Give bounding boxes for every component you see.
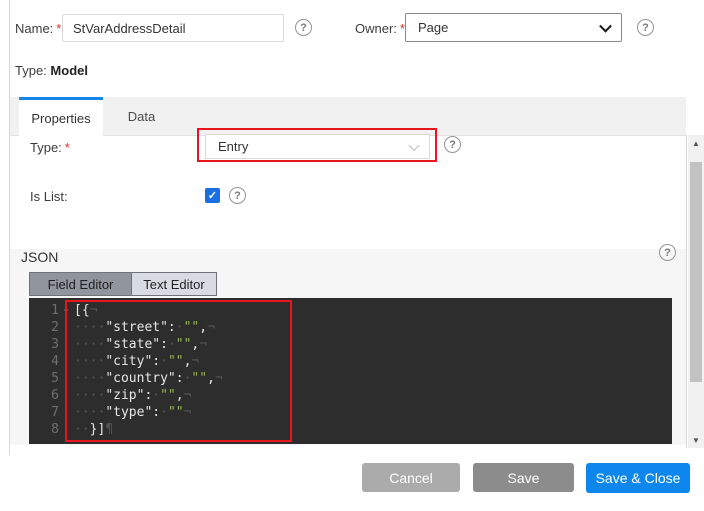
type-line-label: Type:: [15, 63, 47, 78]
code-line: 5 ····"country":·"",¬: [29, 370, 672, 387]
entry-type-label-text: Type:: [30, 140, 62, 155]
question-glyph: ?: [234, 190, 241, 202]
is-list-checkbox[interactable]: ✓: [205, 188, 220, 203]
model-variable-dialog: Name:* ? Owner:* Page ? Type: Model Prop…: [0, 0, 704, 511]
owner-label: Owner:*: [355, 21, 405, 36]
question-glyph: ?: [642, 22, 649, 34]
code-text: [{¬: [73, 303, 97, 318]
name-label: Name:*: [15, 21, 61, 36]
question-glyph: ?: [664, 247, 671, 259]
code-line: 8 ··}]¶: [29, 421, 672, 438]
eol-marker: ¬: [184, 388, 192, 403]
code-text: ····"type":·""¬: [73, 405, 191, 420]
cancel-button[interactable]: Cancel: [362, 463, 460, 492]
code-line: 4 ····"city":·"",¬: [29, 353, 672, 370]
field-editor-button[interactable]: Field Editor: [30, 273, 132, 295]
code-line: 2 ····"street":·"",¬: [29, 319, 672, 336]
field-editor-label: Field Editor: [48, 277, 114, 292]
line-number: 6: [29, 387, 59, 404]
code-lines: 1▾[{¬2 ····"street":·"",¬3 ····"state":·…: [29, 298, 672, 438]
name-required-mark: *: [56, 21, 61, 36]
up-arrow-glyph: ▲: [692, 139, 700, 148]
entry-type-label: Type:*: [30, 140, 70, 155]
name-input[interactable]: [62, 14, 284, 42]
fold-spacer: [59, 320, 73, 337]
fold-caret-icon[interactable]: ▾: [59, 303, 73, 320]
code-line: 1▾[{¬: [29, 302, 672, 319]
owner-help-icon[interactable]: ?: [637, 19, 654, 36]
text-editor-button[interactable]: Text Editor: [132, 273, 216, 295]
line-number: 7: [29, 404, 59, 421]
entry-type-select[interactable]: Entry: [205, 134, 430, 159]
scrollbar-up-icon[interactable]: ▲: [688, 137, 704, 149]
tab-data[interactable]: Data: [103, 97, 180, 136]
line-number: 5: [29, 370, 59, 387]
chevron-down-icon: [408, 139, 419, 150]
eol-marker: ¬: [199, 337, 207, 352]
is-list-label: Is List:: [30, 189, 68, 204]
scrollbar-thumb[interactable]: [690, 162, 702, 382]
is-list-label-text: Is List:: [30, 189, 68, 204]
entry-type-help-icon[interactable]: ?: [444, 136, 461, 153]
type-line-value: Model: [50, 63, 88, 78]
fold-spacer: [59, 354, 73, 371]
name-label-text: Name:: [15, 21, 53, 36]
scrollbar-down-icon[interactable]: ▼: [688, 434, 704, 446]
line-number: 3: [29, 336, 59, 353]
fold-spacer: [59, 405, 73, 422]
fold-spacer: [59, 388, 73, 405]
line-number: 8: [29, 421, 59, 438]
owner-select[interactable]: Page: [405, 13, 622, 42]
fold-spacer: [59, 337, 73, 354]
owner-select-value: Page: [418, 20, 448, 35]
chevron-down-icon: [599, 19, 612, 32]
viewport-right-border: [686, 135, 687, 448]
eol-marker: ¬: [90, 303, 98, 318]
question-glyph: ?: [300, 22, 307, 34]
editor-mode-toggle: Field Editor Text Editor: [29, 272, 217, 296]
name-help-icon[interactable]: ?: [295, 19, 312, 36]
is-list-help-icon[interactable]: ?: [229, 187, 246, 204]
line-number: 1: [29, 302, 59, 319]
code-text: ··}]¶: [73, 422, 113, 437]
code-text: ····"country":·"",¬: [73, 371, 223, 386]
code-line: 6 ····"zip":·"",¬: [29, 387, 672, 404]
json-code-editor[interactable]: 1▾[{¬2 ····"street":·"",¬3 ····"state":·…: [29, 298, 672, 444]
eol-marker: ¬: [184, 405, 192, 420]
line-number: 4: [29, 353, 59, 370]
eol-marker: ¬: [215, 371, 223, 386]
check-icon: ✓: [208, 189, 217, 202]
eol-marker: ¬: [207, 320, 215, 335]
fold-spacer: [59, 422, 73, 439]
question-glyph: ?: [449, 139, 456, 151]
entry-type-required-mark: *: [65, 140, 70, 155]
code-line: 3 ····"state":·"",¬: [29, 336, 672, 353]
text-editor-label: Text Editor: [143, 277, 204, 292]
save-and-close-button[interactable]: Save & Close: [586, 463, 690, 493]
eol-marker: ¬: [191, 354, 199, 369]
eol-marker: ¶: [105, 422, 113, 437]
down-arrow-glyph: ▼: [692, 436, 700, 445]
entry-type-select-value: Entry: [218, 139, 248, 154]
tab-properties[interactable]: Properties: [19, 97, 103, 136]
json-help-icon[interactable]: ?: [659, 244, 676, 261]
line-number: 2: [29, 319, 59, 336]
tab-properties-label: Properties: [31, 111, 90, 126]
code-text: ····"zip":·"",¬: [73, 388, 191, 403]
code-text: ····"city":·"",¬: [73, 354, 199, 369]
save-button[interactable]: Save: [473, 463, 574, 492]
variable-type-line: Type: Model: [15, 63, 88, 78]
tab-bar: Properties Data: [10, 97, 686, 136]
code-text: ····"street":·"",¬: [73, 320, 215, 335]
code-line: 7 ····"type":·""¬: [29, 404, 672, 421]
owner-label-text: Owner:: [355, 21, 397, 36]
code-text: ····"state":·"",¬: [73, 337, 207, 352]
tab-data-label: Data: [128, 109, 155, 124]
json-section-title: JSON: [21, 249, 58, 265]
fold-spacer: [59, 371, 73, 388]
